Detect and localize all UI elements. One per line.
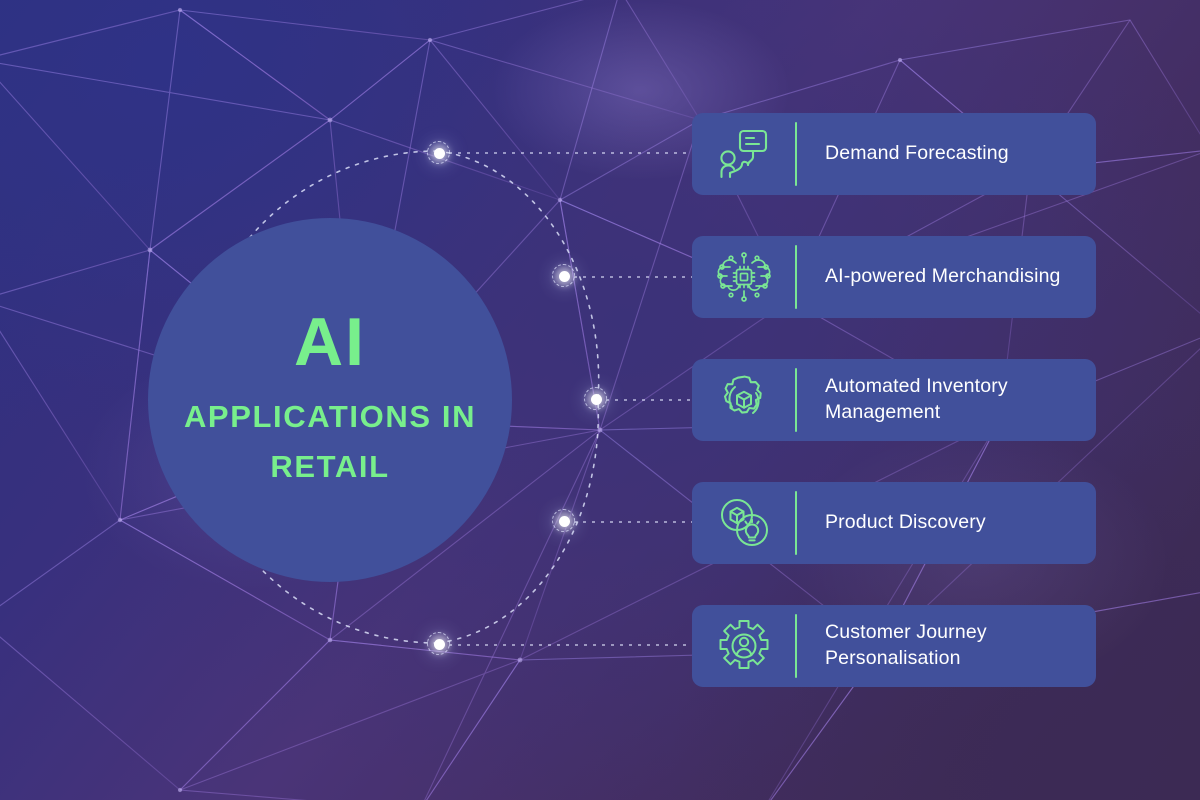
core-title-ai: AI <box>294 303 366 380</box>
connector-node-4 <box>552 509 575 532</box>
card-label-line1: Automated Inventory <box>825 375 1008 398</box>
ai-brain-chip-icon <box>692 236 795 318</box>
connector-node-5 <box>427 632 450 655</box>
card-label: Product Discovery <box>797 482 1096 564</box>
card-label: Automated Inventory Management <box>797 359 1096 441</box>
item-card-product-discovery[interactable]: Product Discovery <box>692 482 1096 564</box>
card-label-line2: Personalisation <box>825 647 961 669</box>
card-label-line1: AI-powered Merchandising <box>825 265 1061 288</box>
core-subtitle-line1: APPLICATIONS <box>183 398 432 434</box>
item-card-customer-journey-personalisation[interactable]: Customer Journey Personalisation <box>692 605 1096 687</box>
card-label: Demand Forecasting <box>797 113 1096 195</box>
connector-node-3 <box>584 387 607 410</box>
cube-lightbulb-icon <box>692 482 795 564</box>
item-card-demand-forecasting[interactable]: Demand Forecasting <box>692 113 1096 195</box>
item-card-automated-inventory-management[interactable]: Automated Inventory Management <box>692 359 1096 441</box>
center-circle: AI APPLICATIONS IN RETAIL <box>148 218 512 582</box>
gear-person-icon <box>692 605 795 687</box>
connector-node-2 <box>552 264 575 287</box>
person-presenting-chart-icon <box>692 113 795 195</box>
core-subtitle: APPLICATIONS IN RETAIL <box>148 392 512 492</box>
connector-node-1 <box>427 141 450 164</box>
card-label-line2: Management <box>825 401 941 423</box>
card-label-line1: Product Discovery <box>825 511 986 534</box>
card-label-line1: Demand Forecasting <box>825 142 1009 165</box>
item-card-ai-powered-merchandising[interactable]: AI-powered Merchandising <box>692 236 1096 318</box>
card-label: Customer Journey Personalisation <box>797 605 1096 687</box>
infographic-canvas: AI APPLICATIONS IN RETAIL Demand Forecas… <box>0 0 1200 800</box>
card-label-line1: Customer Journey <box>825 621 987 644</box>
gear-box-icon <box>692 359 795 441</box>
card-label: AI-powered Merchandising <box>797 236 1096 318</box>
